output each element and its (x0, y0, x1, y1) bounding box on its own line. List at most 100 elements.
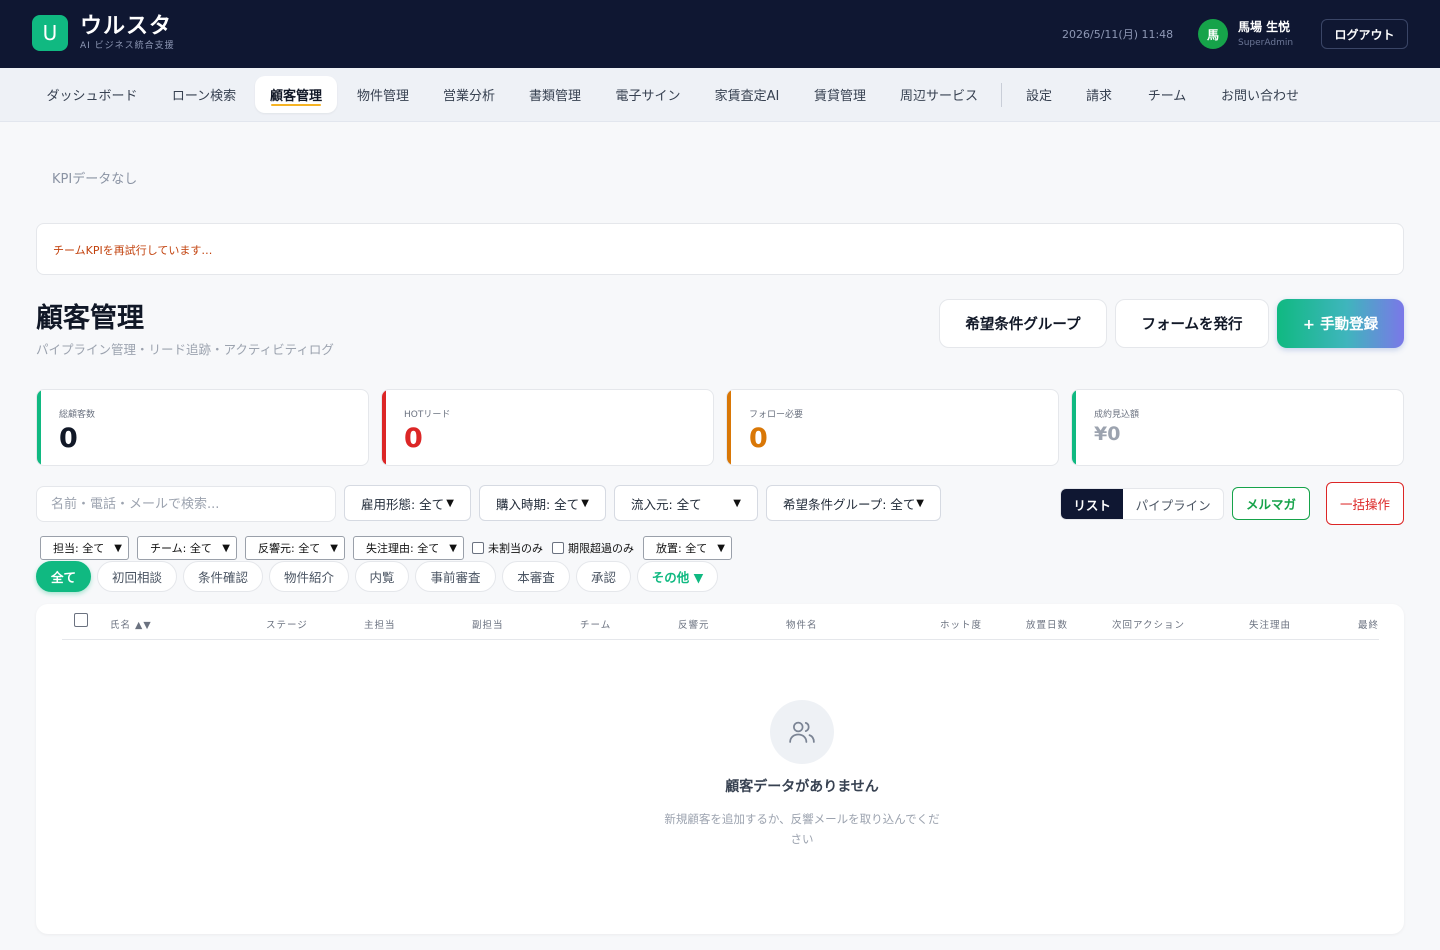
neglect-select[interactable]: 放置: 全て ▼ (643, 536, 732, 560)
page-title: 顧客管理 (36, 303, 144, 334)
logo-letter: U (42, 21, 58, 45)
nav-item-settings[interactable]: 設定 (1012, 76, 1066, 113)
chevron-down-icon: ▼ (449, 542, 457, 554)
select-value: 反響元: 全て (258, 542, 321, 555)
lost-reason-select[interactable]: 失注理由: 全て ▼ (353, 536, 464, 560)
kpi-retry-banner: チームKPIを再試行しています… (36, 223, 1404, 275)
select-all-checkbox[interactable] (74, 613, 88, 627)
checkbox-label: 期限超過のみ (568, 542, 634, 555)
stat-hot-leads: HOTリード 0 (381, 389, 714, 466)
team-select[interactable]: チーム: 全て ▼ (137, 536, 237, 560)
view-list-tab[interactable]: リスト (1061, 489, 1124, 519)
checkbox-box[interactable] (552, 542, 564, 554)
stat-value: 0 (749, 423, 768, 454)
stat-accent-bar (727, 390, 731, 465)
unassigned-checkbox[interactable]: 未割当のみ (472, 540, 543, 556)
column-header-lost-reason: 失注理由 (1249, 620, 1292, 631)
source-select[interactable]: 流入元: 全て ▼ (614, 485, 758, 521)
page-subtitle: パイプライン管理・リード追跡・アクティビティログ (36, 342, 334, 357)
checkbox-box[interactable] (472, 542, 484, 554)
select-value: 流入元: 全て (631, 496, 702, 512)
nav-item-e-sign[interactable]: 電子サイン (600, 76, 696, 113)
stat-label: 総顧客数 (59, 410, 96, 420)
bulk-action-button[interactable]: 一括操作 (1326, 482, 1404, 525)
stage-pill-more[interactable]: その他 ▼ (637, 561, 718, 592)
stage-pill[interactable]: 本審査 (502, 561, 570, 592)
nav-item-rental[interactable]: 賃貸管理 (798, 76, 882, 113)
stage-pill[interactable]: 承認 (576, 561, 631, 592)
stat-total-customers: 総顧客数 0 (36, 389, 369, 466)
select-value: 担当: 全て (53, 542, 105, 555)
empty-state-description: 新規顧客を追加するか、反響メールを取り込んでください (664, 812, 940, 846)
empty-state-title: 顧客データがありません (725, 779, 879, 795)
select-value: 失注理由: 全て (366, 542, 440, 555)
kpi-retry-text: チームKPIを再試行しています… (53, 244, 213, 257)
stage-pill-all[interactable]: 全て (36, 561, 91, 592)
stat-accent-bar (37, 390, 41, 465)
select-value: 雇用形態: 全て (361, 496, 445, 512)
nav-item-team[interactable]: チーム (1133, 76, 1201, 113)
customer-table (36, 604, 1404, 934)
stat-value: 0 (59, 423, 78, 454)
stat-label: HOTリード (404, 410, 451, 420)
column-header-property: 物件名 (786, 620, 818, 631)
main-nav: ダッシュボード ローン検索 顧客管理 物件管理 営業分析 書類管理 電子サイン … (0, 68, 1440, 122)
stage-pill[interactable]: 内覧 (355, 561, 409, 592)
nav-item-rent-ai[interactable]: 家賃査定AI (700, 76, 794, 113)
nav-item-sales-analysis[interactable]: 営業分析 (428, 76, 510, 113)
owner-select[interactable]: 担当: 全て ▼ (40, 536, 129, 560)
chevron-down-icon: ▼ (222, 542, 230, 554)
chevron-down-icon: ▼ (733, 497, 741, 509)
nav-item-nearby[interactable]: 周辺サービス (886, 76, 992, 113)
chevron-down-icon: ▼ (330, 542, 338, 554)
stat-follow-needed: フォロー必要 0 (726, 389, 1059, 466)
view-toggle: リスト パイプライン (1060, 488, 1224, 520)
stat-value: ¥0 (1094, 423, 1121, 445)
table-header-divider (62, 639, 1379, 640)
preference-group-button[interactable]: 希望条件グループ (939, 299, 1107, 348)
current-datetime: 2026/5/11(月) 11:48 (1062, 28, 1174, 41)
search-input[interactable] (36, 486, 336, 522)
kpi-empty-text: KPIデータなし (52, 172, 138, 187)
nav-item-contact[interactable]: お問い合わせ (1206, 76, 1314, 113)
user-name: 馬場 生悦 (1238, 20, 1291, 34)
issue-form-button[interactable]: フォームを発行 (1115, 299, 1269, 348)
column-header-team: チーム (580, 620, 612, 631)
overdue-checkbox[interactable]: 期限超過のみ (552, 540, 634, 556)
view-pipeline-tab[interactable]: パイプライン (1123, 489, 1223, 519)
stage-pill[interactable]: 物件紹介 (269, 561, 349, 592)
response-source-select[interactable]: 反響元: 全て ▼ (245, 536, 345, 560)
stage-pill[interactable]: 条件確認 (183, 561, 263, 592)
stat-accent-bar (1072, 390, 1076, 465)
nav-item-documents[interactable]: 書類管理 (514, 76, 596, 113)
select-value: 放置: 全て (656, 542, 708, 555)
purchase-time-select[interactable]: 購入時期: 全て ▼ (479, 485, 606, 521)
column-header-hotness: ホット度 (940, 620, 983, 631)
group-select[interactable]: 希望条件グループ: 全て ▼ (766, 485, 941, 521)
chevron-down-icon: ▼ (114, 542, 122, 554)
users-icon (770, 700, 834, 764)
logout-button[interactable]: ログアウト (1321, 19, 1408, 49)
mailmag-button[interactable]: メルマガ (1232, 487, 1310, 520)
column-header-sub-owner: 副担当 (472, 620, 504, 631)
column-header-name[interactable]: 氏名 ▲▼ (110, 617, 152, 631)
manual-register-button[interactable]: + 手動登録 (1277, 299, 1404, 348)
employment-select[interactable]: 雇用形態: 全て ▼ (344, 485, 471, 521)
nav-item-loan-search[interactable]: ローン検索 (157, 76, 251, 113)
stage-pill[interactable]: 事前審査 (415, 561, 496, 592)
app-name: ウルスタ (80, 14, 173, 39)
nav-item-billing[interactable]: 請求 (1072, 76, 1126, 113)
top-header: U ウルスタ AI ビジネス統合支援 2026/5/11(月) 11:48 馬 … (0, 0, 1440, 68)
chevron-down-icon: ▼ (446, 497, 454, 509)
nav-item-properties[interactable]: 物件管理 (342, 76, 424, 113)
app-logo[interactable]: U (32, 15, 68, 51)
user-role: SuperAdmin (1238, 38, 1294, 48)
column-header-source: 反響元 (678, 620, 710, 631)
column-header-owner: 主担当 (364, 620, 396, 631)
nav-item-dashboard[interactable]: ダッシュボード (32, 76, 152, 113)
column-header-stage: ステージ (266, 620, 308, 631)
column-header-neglect-days: 放置日数 (1026, 620, 1069, 631)
stage-pill[interactable]: 初回相談 (97, 561, 177, 592)
avatar[interactable]: 馬 (1198, 19, 1228, 49)
nav-item-customers[interactable]: 顧客管理 (255, 76, 337, 113)
